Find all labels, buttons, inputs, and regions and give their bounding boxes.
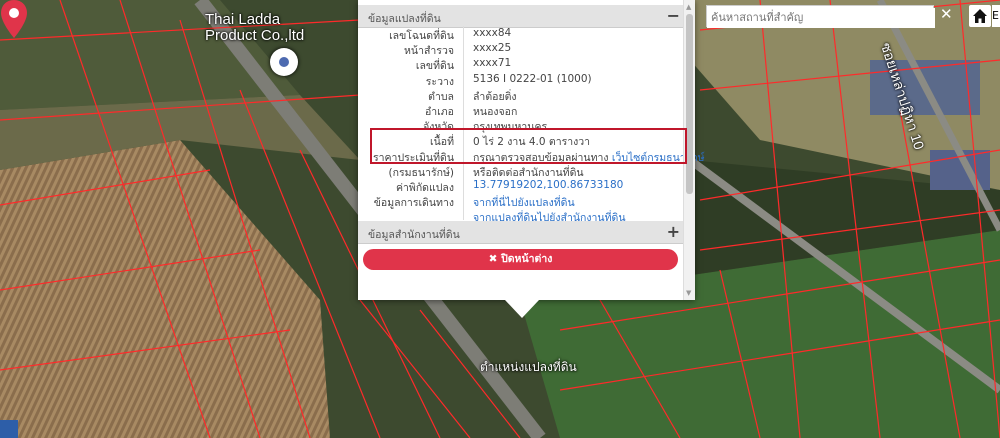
collapse-icon[interactable]: − bbox=[667, 6, 680, 25]
expand-icon[interactable]: + bbox=[667, 222, 680, 241]
detail-value: xxxx71 bbox=[473, 57, 512, 70]
map-tool-button[interactable]: E bbox=[992, 5, 1000, 27]
section-title-parcel: ข้อมูลแปลงที่ดิน bbox=[368, 13, 441, 25]
detail-value: 13.77919202,100.86733180 bbox=[473, 179, 623, 191]
section-header-office[interactable]: ข้อมูลสำนักงานที่ดิน + bbox=[358, 221, 684, 244]
clear-search-icon[interactable]: ✕ bbox=[940, 5, 953, 23]
poi-marker-icon[interactable] bbox=[270, 48, 298, 76]
annotation-highlight-box bbox=[370, 128, 687, 164]
detail-row: อำเภอ หนองจอก bbox=[358, 102, 684, 118]
detail-row: เลขโฉนดที่ดิน xxxx84 bbox=[358, 26, 684, 42]
detail-row: ตำบล ลำต้อยติ่ง bbox=[358, 87, 684, 103]
close-window-button[interactable]: ✖ ปิดหน้าต่าง bbox=[363, 249, 678, 270]
section-title-office: ข้อมูลสำนักงานที่ดิน bbox=[368, 229, 460, 241]
detail-row: เลขที่ดิน xxxx71 bbox=[358, 56, 684, 72]
scroll-up-icon[interactable]: ▲ bbox=[686, 3, 691, 11]
poi-label-line1: Thai Ladda bbox=[205, 11, 281, 28]
home-button[interactable] bbox=[969, 5, 991, 27]
location-pin-icon[interactable] bbox=[0, 0, 28, 40]
poi-label-line2: Product Co.,ltd bbox=[205, 27, 305, 44]
detail-row: (กรมธนารักษ์) หรือติดต่อสำนักงานที่ดิน bbox=[358, 163, 684, 179]
detail-value: xxxx25 bbox=[473, 42, 512, 55]
popup-pointer bbox=[505, 300, 539, 318]
detail-row: หน้าสำรวจ xxxx25 bbox=[358, 41, 684, 57]
measure-tool-icon[interactable] bbox=[0, 420, 18, 438]
detail-value: 5136 I 0222-01 (1000) bbox=[473, 72, 592, 85]
detail-row: ข้อมูลการเดินทาง จากที่นี่ไปยังแปลงที่ดิน bbox=[358, 193, 684, 209]
pin-label: ตำแหน่งแปลงที่ดิน bbox=[480, 360, 577, 374]
parcel-details: เลขโฉนดที่ดิน xxxx84 หน้าสำรวจ xxxx25 เลขท… bbox=[358, 26, 705, 224]
scroll-thumb[interactable] bbox=[686, 14, 693, 194]
directions-to-parcel-link[interactable]: จากที่นี่ไปยังแปลงที่ดิน bbox=[473, 197, 575, 209]
section-header-parcel[interactable]: ข้อมูลแปลงที่ดิน − bbox=[358, 5, 684, 28]
coordinates-link[interactable]: 13.77919202,100.86733180 bbox=[473, 179, 623, 191]
detail-value: xxxx84 bbox=[473, 27, 512, 39]
landmark-search bbox=[706, 5, 935, 28]
search-input[interactable] bbox=[707, 7, 935, 28]
detail-row: ระวาง 5136 I 0222-01 (1000) bbox=[358, 72, 684, 88]
home-icon bbox=[973, 9, 987, 23]
poi-label[interactable]: Thai Ladda Product Co.,ltd bbox=[205, 12, 304, 44]
scroll-down-icon[interactable]: ▼ bbox=[686, 289, 691, 297]
detail-row: ค่าพิกัดแปลง 13.77919202,100.86733180 bbox=[358, 178, 684, 194]
